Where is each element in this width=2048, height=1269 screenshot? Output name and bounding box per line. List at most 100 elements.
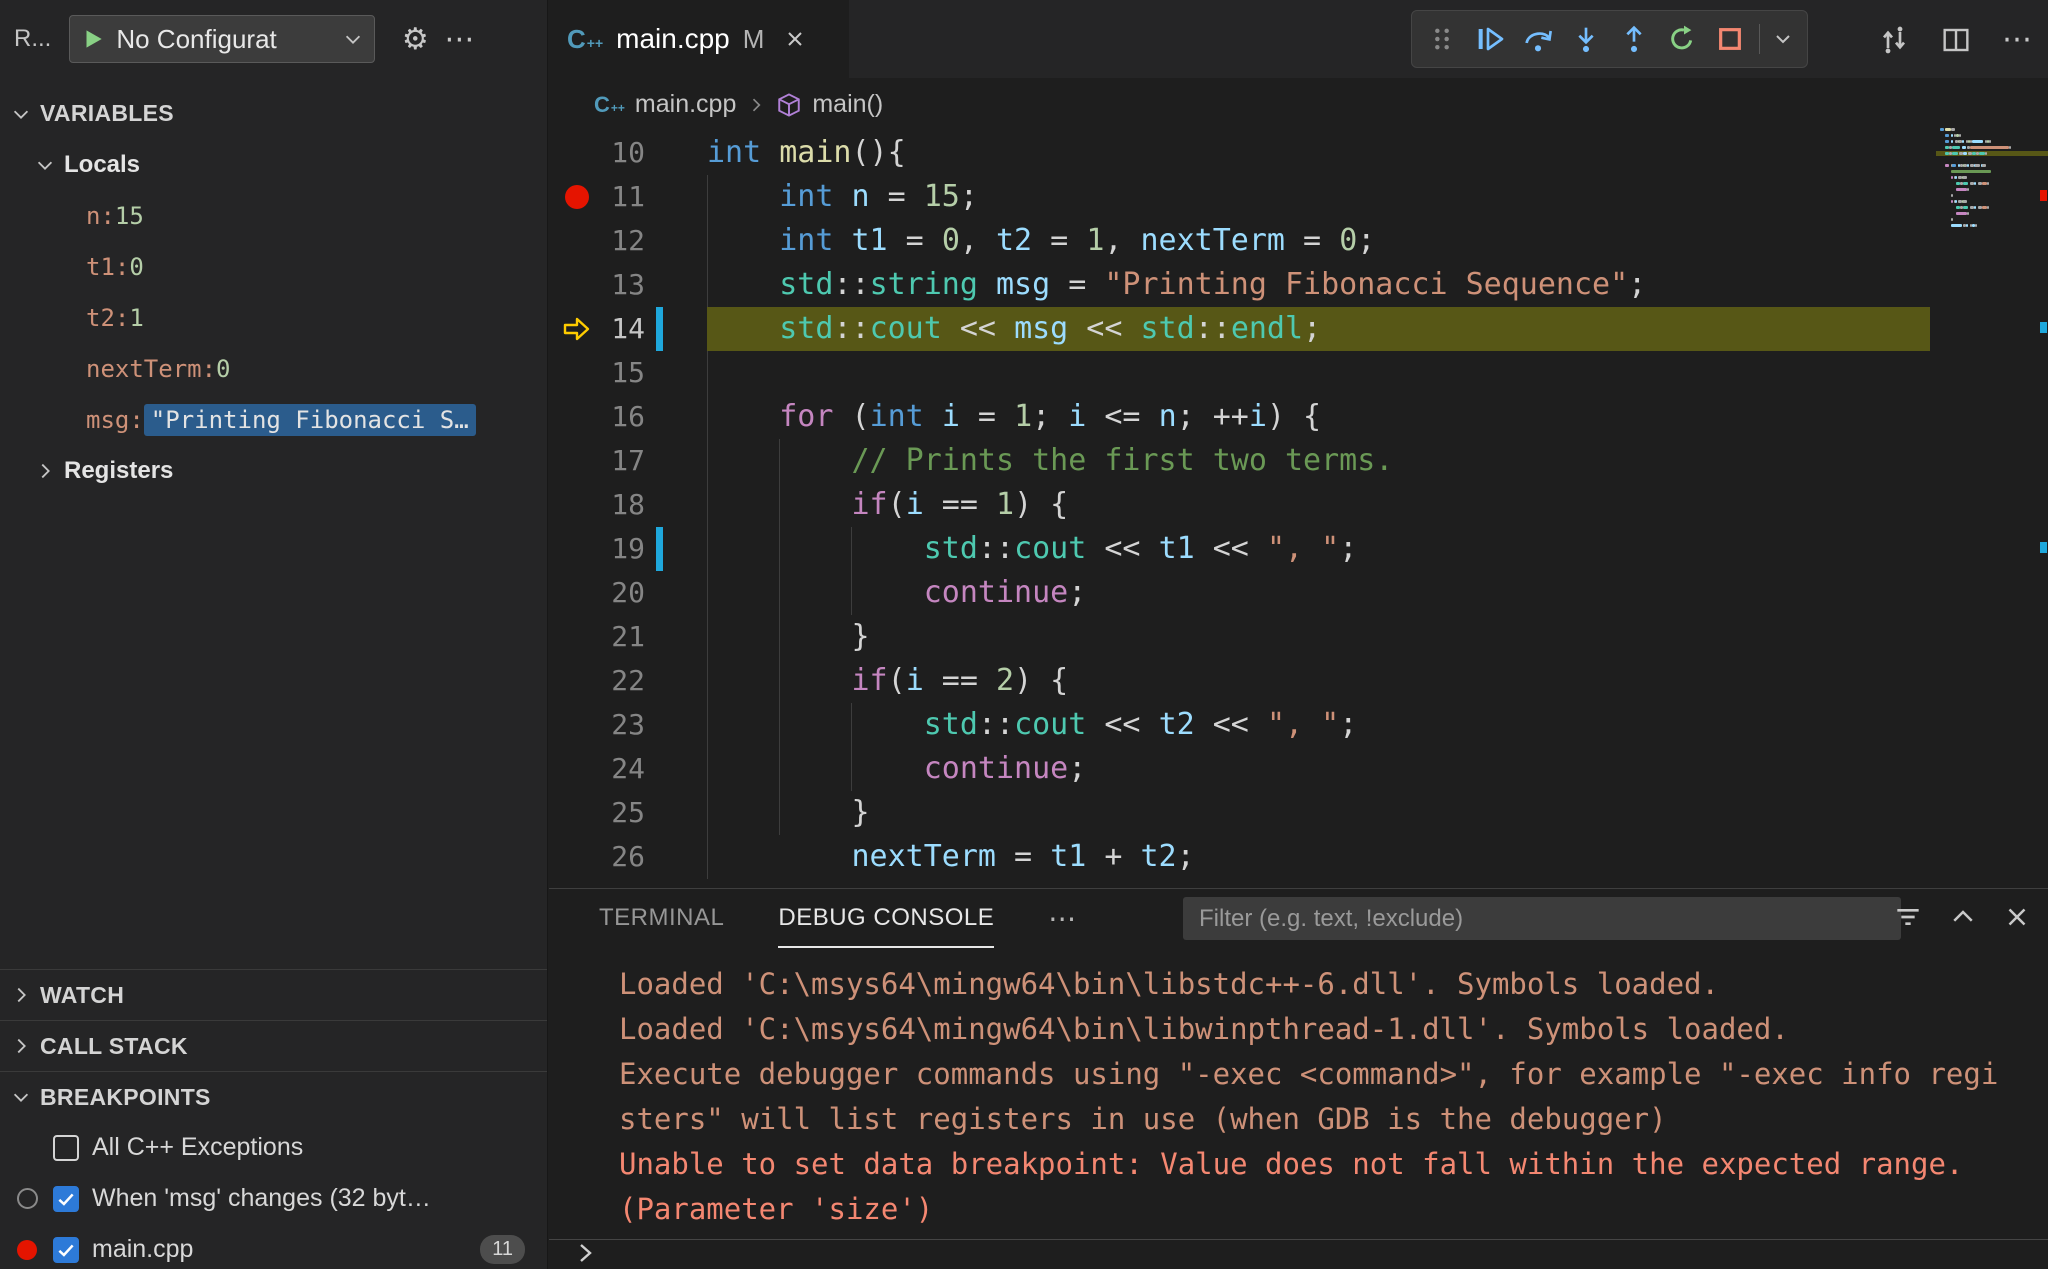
code-line[interactable]: 20 continue; [549,571,2048,615]
line-number: 14 [549,307,645,351]
code-line-text: } [707,615,870,659]
line-number: 26 [549,835,645,879]
gear-icon[interactable]: ⚙ [393,17,437,61]
breakpoint-row[interactable]: main.cpp11 [0,1224,547,1269]
call-stack-title: CALL STACK [40,1033,188,1060]
overview-ruler-mark [2040,542,2047,553]
code-editor[interactable]: 10 int main(){11 int n = 15;12 int t1 = 0… [549,131,2048,888]
code-line-text: if(i == 1) { [707,483,1068,527]
restart-icon[interactable] [1658,15,1706,63]
code-line[interactable]: 25 } [549,791,2048,835]
filter-icon[interactable] [1892,901,1924,933]
breakpoint-label: main.cpp [92,1235,467,1264]
scope-locals[interactable]: Locals [0,139,547,190]
cpp-file-icon: C++ [567,24,603,55]
line-number: 11 [549,175,645,219]
code-line-text: int main(){ [707,131,906,175]
tab-terminal[interactable]: TERMINAL [599,889,724,948]
code-line-text: // Prints the first two terms. [707,439,1393,483]
breakpoints-section-header[interactable]: BREAKPOINTS [0,1071,547,1122]
line-number: 22 [549,659,645,703]
breakpoints-title: BREAKPOINTS [40,1084,211,1111]
split-editor-icon[interactable] [1940,24,1972,56]
variable-row[interactable]: msg: "Printing Fibonacci S… [0,394,547,445]
chevron-down-icon[interactable] [1765,15,1801,63]
debug-config-dropdown[interactable]: No Configurat [69,15,375,63]
debug-console-output: Loaded 'C:\msys64\mingw64\bin\libstdc++-… [549,948,2048,1239]
code-line[interactable]: 22 if(i == 2) { [549,659,2048,703]
chevron-down-icon [34,154,56,176]
code-line[interactable]: 14 std::cout << msg << std::endl; [549,307,2048,351]
code-line[interactable]: 10 int main(){ [549,131,2048,175]
step-out-icon[interactable] [1610,15,1658,63]
breakpoint-row[interactable]: When 'msg' changes (32 byt… [0,1173,547,1224]
code-line-text: } [707,791,870,835]
locals-list: n: 15t1: 0t2: 1nextTerm: 0msg: "Printing… [0,190,547,445]
filter-input[interactable] [1183,897,1901,940]
sidebar-title: R... [14,25,51,53]
breakpoint-row[interactable]: All C++ Exceptions [0,1122,547,1173]
more-actions-icon[interactable]: ⋯ [437,17,481,61]
variables-section-header[interactable]: VARIABLES [0,88,547,139]
code-line[interactable]: 16 for (int i = 1; i <= n; ++i) { [549,395,2048,439]
tab-debug-console[interactable]: DEBUG CONSOLE [778,889,994,948]
breadcrumb-symbol[interactable]: main() [812,90,883,119]
code-line[interactable]: 21 } [549,615,2048,659]
gripper-icon[interactable] [1418,15,1466,63]
code-line[interactable]: 12 int t1 = 0, t2 = 1, nextTerm = 0; [549,219,2048,263]
code-line[interactable]: 13 std::string msg = "Printing Fibonacci… [549,263,2048,307]
vscode-window: R... No Configurat ⚙ ⋯ VARIABLES [0,0,2048,1269]
panel-more-icon[interactable]: ⋯ [1048,902,1076,935]
code-line[interactable]: 26 nextTerm = t1 + t2; [549,835,2048,879]
chevron-up-icon[interactable] [1948,902,1978,932]
step-into-icon[interactable] [1562,15,1610,63]
code-line[interactable]: 23 std::cout << t2 << ", "; [549,703,2048,747]
variable-row[interactable]: n: 15 [0,190,547,241]
code-line[interactable]: 19 std::cout << t1 << ", "; [549,527,2048,571]
stop-icon[interactable] [1706,15,1754,63]
variable-row[interactable]: t1: 0 [0,241,547,292]
variable-row[interactable]: nextTerm: 0 [0,343,547,394]
debug-console-input[interactable] [549,1240,2048,1269]
cpp-file-icon: C++ [594,92,625,118]
code-line[interactable]: 11 int n = 15; [549,175,2048,219]
code-line-text: continue; [707,571,1086,615]
continue-icon[interactable] [1466,15,1514,63]
editor-tab-bar: C++ main.cpp M [549,0,2048,78]
console-output-line: Loaded 'C:\msys64\mingw64\bin\libwinpthr… [619,1007,2038,1052]
git-modified-badge: M [743,24,765,55]
data-breakpoint-icon [14,1188,40,1209]
breakpoint-checkbox[interactable] [53,1237,79,1263]
watch-title: WATCH [40,982,124,1009]
code-line[interactable]: 17 // Prints the first two terms. [549,439,2048,483]
modified-line-indicator [656,307,663,351]
call-stack-section-header[interactable]: CALL STACK [0,1020,547,1071]
close-icon[interactable] [783,27,807,51]
scope-registers[interactable]: Registers [0,445,547,496]
code-line[interactable]: 15 [549,351,2048,395]
console-output-line: Loaded 'C:\msys64\mingw64\bin\libstdc++-… [619,962,2038,1007]
variable-value: 15 [115,202,144,230]
breakpoint-checkbox[interactable] [53,1186,79,1212]
modified-line-indicator [656,527,663,571]
editor-tab-main-cpp[interactable]: C++ main.cpp M [549,0,849,78]
console-output-line: Unable to set data breakpoint: Value doe… [619,1142,2038,1187]
variable-row[interactable]: t2: 1 [0,292,547,343]
start-debugging-icon[interactable] [80,26,106,52]
variable-name: n: [86,202,115,230]
minimap[interactable] [1936,128,2048,258]
breakpoint-checkbox[interactable] [53,1135,79,1161]
close-icon[interactable] [2002,902,2032,932]
line-number: 10 [549,131,645,175]
code-line[interactable]: 18 if(i == 1) { [549,483,2048,527]
watch-section-header[interactable]: WATCH [0,969,547,1020]
breakpoint-label: All C++ Exceptions [92,1133,533,1162]
code-line[interactable]: 24 continue; [549,747,2048,791]
source-control-icon[interactable] [1878,24,1910,56]
toolbar-separator [1759,24,1760,54]
more-actions-icon[interactable]: ⋯ [2002,22,2032,57]
breadcrumb-file[interactable]: main.cpp [635,90,736,119]
step-over-icon[interactable] [1514,15,1562,63]
line-number: 23 [549,703,645,747]
variable-value: 1 [129,304,143,332]
